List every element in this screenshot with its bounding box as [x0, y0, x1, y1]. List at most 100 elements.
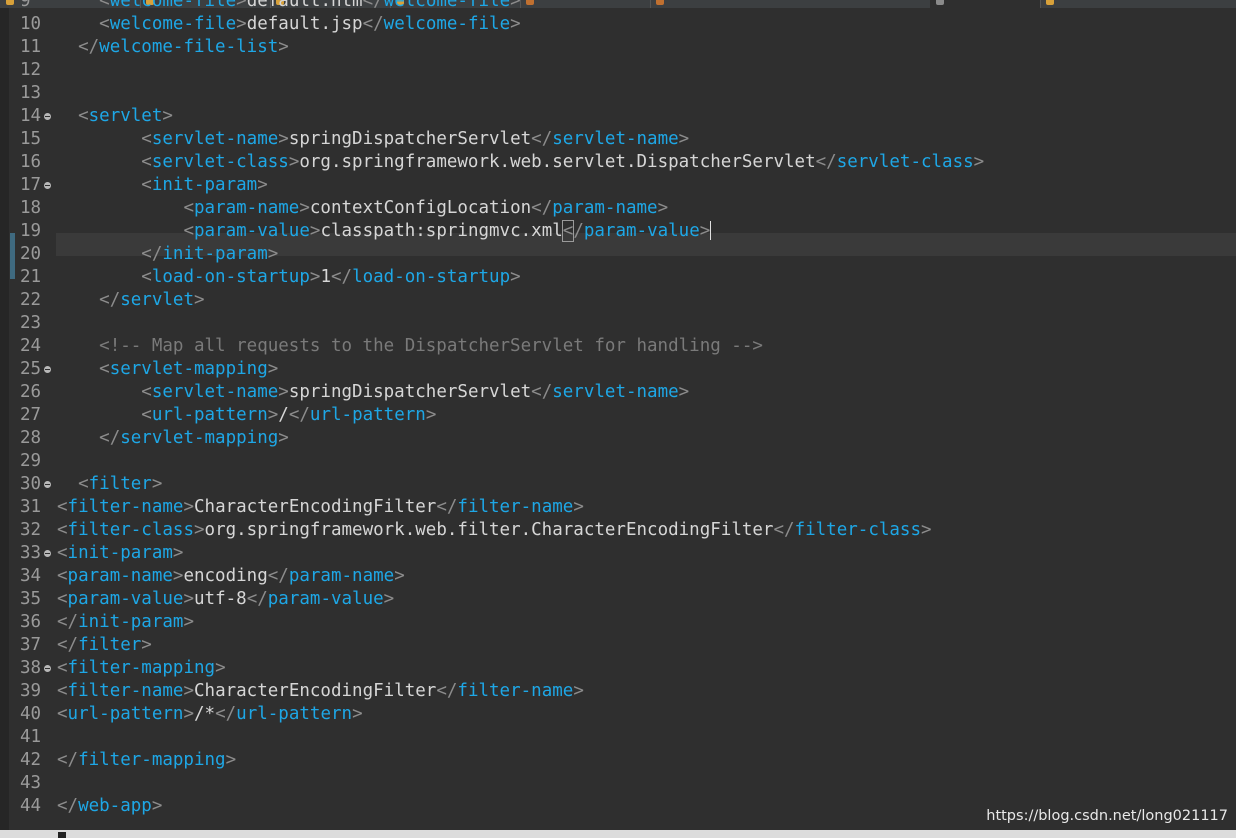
code-line[interactable]: 37 </filter>: [0, 634, 1236, 657]
xml-punctuation: >: [921, 520, 932, 540]
code-line[interactable]: 9 <welcome-file>default.htm</welcome-fil…: [0, 0, 1236, 13]
xml-tag-name: init-param: [78, 612, 184, 632]
code-line[interactable]: 26 <servlet-name>springDispatcherServlet…: [0, 381, 1236, 404]
xml-punctuation: >: [236, 14, 247, 34]
xml-tag-name: servlet: [88, 106, 163, 126]
line-number: 34: [20, 566, 42, 586]
xml-text: /: [278, 405, 289, 425]
xml-punctuation: >: [193, 520, 205, 540]
line-number: 44: [20, 796, 42, 816]
xml-punctuation: </: [246, 589, 268, 609]
code-line[interactable]: 34 <param-name>encoding</param-name>: [0, 565, 1236, 588]
xml-punctuation: </: [78, 37, 100, 57]
line-number: 16: [20, 152, 42, 172]
xml-punctuation: >: [236, 0, 247, 11]
fold-collapse-icon[interactable]: [44, 182, 51, 189]
xml-punctuation: <: [183, 221, 194, 241]
xml-punctuation: >: [573, 681, 584, 701]
xml-punctuation: >: [510, 267, 521, 287]
xml-punctuation: </: [330, 267, 353, 287]
xml-punctuation: >: [183, 704, 194, 724]
code-line[interactable]: 16 <servlet-class>org.springframework.we…: [0, 151, 1236, 174]
xml-punctuation: <: [57, 566, 68, 586]
code-line[interactable]: 39 <filter-name>CharacterEncodingFilter</…: [0, 680, 1236, 703]
code-line[interactable]: 22 </servlet>: [0, 289, 1236, 312]
code-line[interactable]: 21 <load-on-startup>1</load-on-startup>: [0, 266, 1236, 289]
line-number: 27: [20, 405, 42, 425]
line-number: 28: [20, 428, 42, 448]
xml-punctuation: >: [699, 221, 711, 241]
code-line[interactable]: 10 <welcome-file>default.jsp</welcome-fi…: [0, 13, 1236, 36]
code-line[interactable]: 32 <filter-class>org.springframework.web.…: [0, 519, 1236, 542]
xml-punctuation: >: [267, 359, 279, 379]
code-line[interactable]: 13: [0, 82, 1236, 105]
xml-punctuation: >: [383, 589, 395, 609]
code-line[interactable]: 19 <param-value>classpath:springmvc.xml<…: [0, 220, 1236, 243]
xml-tag-name: url-pattern: [67, 704, 184, 724]
xml-punctuation: </: [362, 0, 384, 11]
xml-tag-name: servlet-name: [151, 129, 279, 149]
xml-punctuation: >: [278, 428, 289, 448]
fold-collapse-icon[interactable]: [44, 665, 51, 672]
code-line[interactable]: 25 <servlet-mapping>: [0, 358, 1236, 381]
xml-tag-name: load-on-startup: [151, 267, 310, 287]
code-line[interactable]: 18 <param-name>contextConfigLocation</pa…: [0, 197, 1236, 220]
xml-punctuation: <: [99, 14, 110, 34]
code-line[interactable]: 20 </init-param>: [0, 243, 1236, 266]
code-line[interactable]: 42 </filter-mapping>: [0, 749, 1236, 772]
code-line[interactable]: 30 <filter>: [0, 473, 1236, 496]
xml-tag-name: url-pattern: [151, 405, 268, 425]
xml-tag-name: param-value: [267, 589, 384, 609]
xml-text: org.springframework.web.filter.Character…: [204, 520, 774, 540]
code-line[interactable]: 23: [0, 312, 1236, 335]
fold-collapse-icon[interactable]: [44, 113, 51, 120]
code-line[interactable]: 28 </servlet-mapping>: [0, 427, 1236, 450]
xml-tag-name: init-param: [162, 244, 268, 264]
xml-punctuation: <: [57, 589, 68, 609]
xml-punctuation: </: [362, 14, 384, 34]
code-line[interactable]: 24 <!-- Map all requests to the Dispatch…: [0, 335, 1236, 358]
xml-punctuation: >: [425, 405, 437, 425]
code-line[interactable]: 29: [0, 450, 1236, 473]
xml-punctuation: >: [309, 221, 321, 241]
fold-collapse-icon[interactable]: [44, 366, 51, 373]
code-line[interactable]: 38 <filter-mapping>: [0, 657, 1236, 680]
code-text: <param-name>contextConfigLocation</param…: [57, 197, 668, 220]
xml-punctuation: </: [531, 198, 553, 218]
code-line[interactable]: 27 <url-pattern>/</url-pattern>: [0, 404, 1236, 427]
fold-collapse-icon[interactable]: [44, 481, 51, 488]
line-number: 43: [20, 773, 42, 793]
code-line[interactable]: 35 <param-value>utf-8</param-value>: [0, 588, 1236, 611]
code-line[interactable]: 14 <servlet>: [0, 105, 1236, 128]
code-line[interactable]: 17 <init-param>: [0, 174, 1236, 197]
xml-tag-name: url-pattern: [236, 704, 353, 724]
xml-punctuation: <: [57, 543, 68, 563]
code-line[interactable]: 40 <url-pattern>/*</url-pattern>: [0, 703, 1236, 726]
xml-text: /*: [194, 704, 216, 724]
xml-tag-name: param-name: [288, 566, 395, 586]
code-line[interactable]: 36 </init-param>: [0, 611, 1236, 634]
code-line[interactable]: 15 <servlet-name>springDispatcherServlet…: [0, 128, 1236, 151]
code-line[interactable]: 31 <filter-name>CharacterEncodingFilter</…: [0, 496, 1236, 519]
xml-tag-name: servlet-mapping: [120, 428, 279, 448]
xml-text: encoding: [183, 566, 268, 586]
code-line[interactable]: 43: [0, 772, 1236, 795]
code-line[interactable]: 11 </welcome-file-list>: [0, 36, 1236, 59]
code-line[interactable]: 41: [0, 726, 1236, 749]
code-line[interactable]: 12: [0, 59, 1236, 82]
xml-punctuation: <: [57, 497, 68, 517]
line-number: 31: [20, 497, 42, 517]
xml-punctuation: >: [257, 175, 268, 195]
line-number: 15: [20, 129, 42, 149]
xml-tag-name: servlet-name: [552, 129, 679, 149]
code-text: </servlet-mapping>: [57, 427, 289, 450]
code-line[interactable]: 33 <init-param>: [0, 542, 1236, 565]
xml-punctuation: <: [99, 0, 110, 11]
fold-collapse-icon[interactable]: [44, 550, 51, 557]
xml-text: default.htm: [246, 0, 363, 11]
